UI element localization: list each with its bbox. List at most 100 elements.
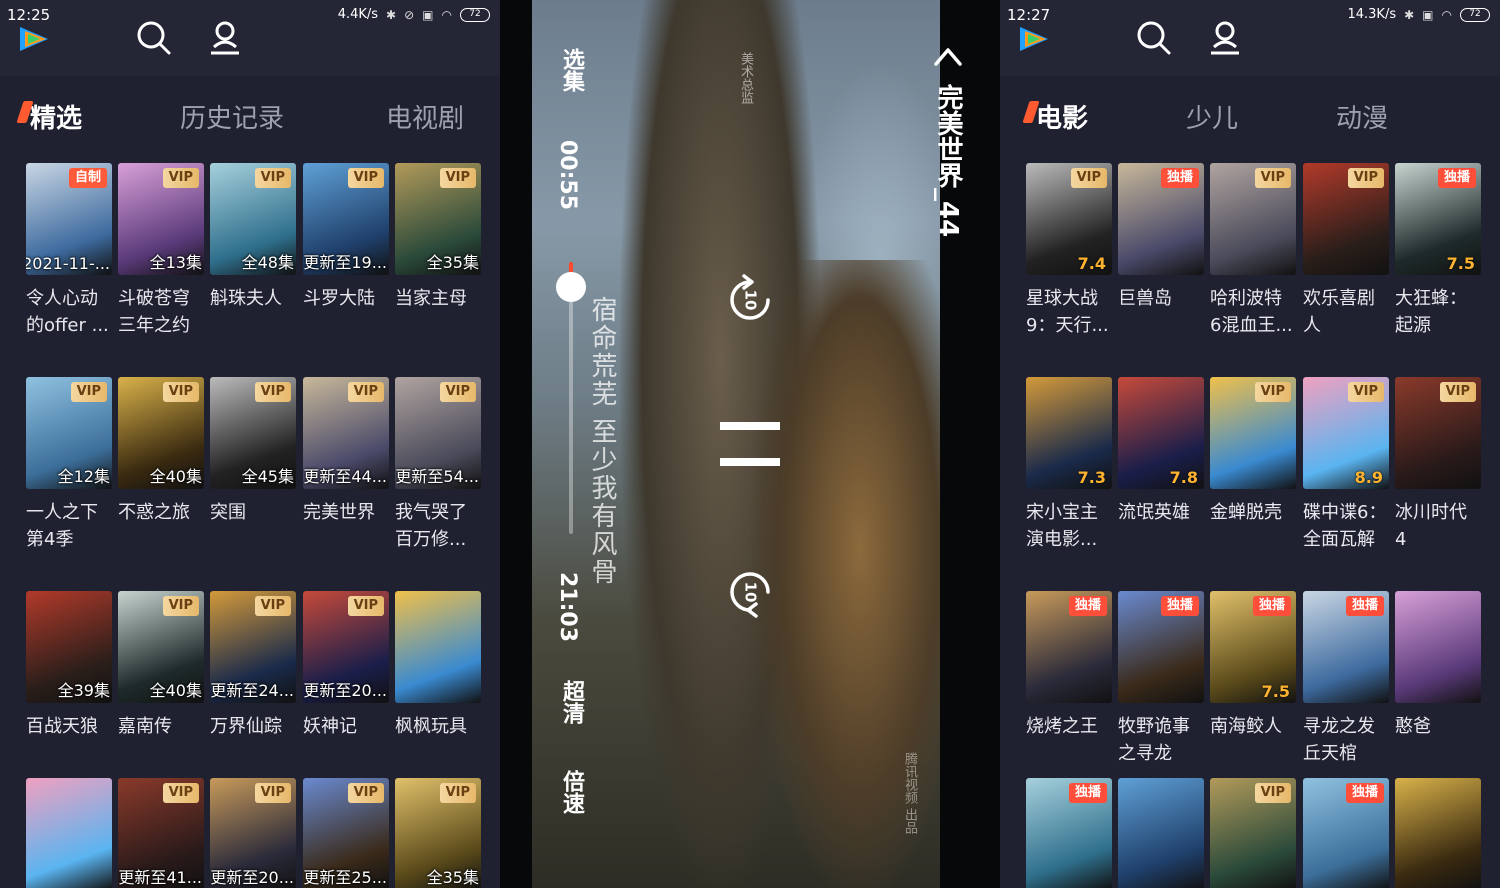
content-card[interactable]: 独播 牧野诡事 之寻龙 (1118, 591, 1204, 767)
content-card[interactable] (1118, 778, 1204, 888)
content-card[interactable]: VIP 更新至44... 完美世界 (303, 377, 389, 526)
content-title[interactable]: 百战天狼 (26, 713, 118, 740)
content-title[interactable]: 碟中谍6： 全面瓦解 (1303, 499, 1395, 553)
content-title[interactable]: 金蝉脱壳 (1210, 499, 1302, 526)
content-card[interactable]: 独播 寻龙之发 丘天棺 (1303, 591, 1389, 767)
content-card[interactable]: VIP 全35集 (395, 778, 481, 888)
content-card[interactable]: VIP 全45集 突围 (210, 377, 296, 526)
content-card[interactable]: VIP 更新至20... 妖神记 (303, 591, 389, 740)
tab-movies[interactable]: 电影 (1022, 98, 1088, 135)
search-icon[interactable] (135, 19, 173, 57)
progress-thumb[interactable] (556, 271, 586, 302)
content-card[interactable]: VIP 更新至41... (118, 778, 204, 888)
select-episode-button[interactable]: 选集 (555, 48, 587, 92)
content-title[interactable]: 斗破苍穹 三年之约 (118, 285, 210, 339)
poster-thumbnail[interactable]: 独播 (1118, 163, 1204, 275)
poster-thumbnail[interactable]: VIP 全45集 (210, 377, 296, 489)
poster-thumbnail[interactable] (395, 591, 481, 703)
content-card[interactable]: 7.8 流氓英雄 (1118, 377, 1204, 526)
content-card[interactable]: 全39集 百战天狼 (26, 591, 112, 740)
poster-thumbnail[interactable]: VIP 全40集 (118, 377, 204, 489)
poster-thumbnail[interactable]: VIP 全48集 (210, 163, 296, 275)
tab-anime[interactable]: 动漫 (1336, 98, 1388, 135)
poster-thumbnail[interactable]: 7.8 (1118, 377, 1204, 489)
poster-thumbnail[interactable]: 独播 (1026, 778, 1112, 888)
content-card[interactable]: VIP 8.9 碟中谍6： 全面瓦解 (1303, 377, 1389, 553)
poster-thumbnail[interactable] (1118, 778, 1204, 888)
content-title[interactable]: 妖神记 (303, 713, 395, 740)
poster-thumbnail[interactable]: VIP 全40集 (118, 591, 204, 703)
content-card[interactable] (1395, 778, 1481, 888)
poster-thumbnail[interactable]: 独播 (1118, 591, 1204, 703)
poster-thumbnail[interactable]: 独播 (1303, 591, 1389, 703)
content-title[interactable]: 斛珠夫人 (210, 285, 302, 312)
content-card[interactable]: VIP 全35集 当家主母 (395, 163, 481, 312)
content-title[interactable]: 不惑之旅 (118, 499, 210, 526)
content-title[interactable]: 欢乐喜剧 人 (1303, 285, 1395, 339)
poster-thumbnail[interactable]: VIP 更新至44... (303, 377, 389, 489)
tab-kids[interactable]: 少儿 (1186, 98, 1238, 135)
content-title[interactable]: 突围 (210, 499, 302, 526)
tab-featured[interactable]: 精选 (16, 98, 82, 135)
poster-thumbnail[interactable]: 全39集 (26, 591, 112, 703)
rewind-10-icon[interactable]: 10 (722, 272, 778, 328)
progress-bar[interactable] (569, 262, 573, 534)
poster-thumbnail[interactable]: VIP 7.4 (1026, 163, 1112, 275)
poster-thumbnail[interactable]: VIP 全35集 (395, 778, 481, 888)
poster-thumbnail[interactable]: VIP (1210, 377, 1296, 489)
back-icon[interactable] (932, 42, 964, 70)
content-title[interactable]: 大狂蜂： 起源 (1395, 285, 1487, 339)
content-card[interactable]: VIP 欢乐喜剧 人 (1303, 163, 1389, 339)
content-card[interactable]: VIP 全40集 嘉南传 (118, 591, 204, 740)
content-title[interactable]: 星球大战 9：天行... (1026, 285, 1118, 339)
poster-thumbnail[interactable]: 7.3 (1026, 377, 1112, 489)
poster-thumbnail[interactable]: 自制 2021-11-... (26, 163, 112, 275)
poster-thumbnail[interactable]: VIP (1210, 778, 1296, 888)
content-title[interactable]: 憨爸 (1395, 713, 1487, 740)
content-card[interactable]: 枫枫玩具 (395, 591, 481, 740)
content-title[interactable]: 宋小宝主 演电影... (1026, 499, 1118, 553)
content-card[interactable]: 独播 7.5 南海鲛人 (1210, 591, 1296, 740)
poster-thumbnail[interactable]: VIP 更新至24... (210, 591, 296, 703)
poster-thumbnail[interactable]: VIP 全12集 (26, 377, 112, 489)
content-card[interactable]: VIP 全12集 一人之下 第4季 (26, 377, 112, 553)
content-title[interactable]: 牧野诡事 之寻龙 (1118, 713, 1210, 767)
content-card[interactable]: 7.3 宋小宝主 演电影... (1026, 377, 1112, 553)
content-card[interactable]: 自制 2021-11-... 令人心动 的offer ... (26, 163, 112, 339)
poster-thumbnail[interactable]: VIP 全35集 (395, 163, 481, 275)
content-title[interactable]: 南海鲛人 (1210, 713, 1302, 740)
poster-thumbnail[interactable]: 独播 (1026, 591, 1112, 703)
content-card[interactable]: VIP (1210, 778, 1296, 888)
content-title[interactable]: 当家主母 (395, 285, 487, 312)
content-title[interactable]: 嘉南传 (118, 713, 210, 740)
poster-thumbnail[interactable]: 独播 7.5 (1210, 591, 1296, 703)
poster-thumbnail[interactable] (1395, 778, 1481, 888)
content-card[interactable]: VIP 更新至20... (210, 778, 296, 888)
quality-button[interactable]: 超清 (555, 680, 587, 724)
poster-thumbnail[interactable]: 独播 7.5 (1395, 163, 1481, 275)
content-card[interactable]: VIP 全40集 不惑之旅 (118, 377, 204, 526)
content-card[interactable]: VIP 哈利波特 6混血王... (1210, 163, 1296, 339)
poster-thumbnail[interactable]: VIP 更新至19... (303, 163, 389, 275)
content-title[interactable]: 完美世界 (303, 499, 395, 526)
content-title[interactable]: 烧烤之王 (1026, 713, 1118, 740)
poster-thumbnail[interactable] (1395, 591, 1481, 703)
poster-thumbnail[interactable]: VIP (1210, 163, 1296, 275)
poster-thumbnail[interactable]: 独播 (1303, 778, 1389, 888)
content-card[interactable]: 独播 7.5 大狂蜂： 起源 (1395, 163, 1481, 339)
user-icon[interactable] (1206, 19, 1244, 57)
content-card[interactable]: VIP 全13集 斗破苍穹 三年之约 (118, 163, 204, 339)
content-title[interactable]: 枫枫玩具 (395, 713, 487, 740)
content-card[interactable]: VIP 更新至54... 我气哭了 百万修... (395, 377, 481, 553)
content-title[interactable]: 万界仙踪 (210, 713, 302, 740)
poster-thumbnail[interactable]: VIP (1395, 377, 1481, 489)
poster-thumbnail[interactable]: VIP 8.9 (1303, 377, 1389, 489)
content-title[interactable]: 寻龙之发 丘天棺 (1303, 713, 1395, 767)
tab-tv-series[interactable]: 电视剧 (386, 98, 464, 135)
poster-thumbnail[interactable] (26, 778, 112, 888)
content-card[interactable]: VIP 冰川时代 4 (1395, 377, 1481, 553)
tab-history[interactable]: 历史记录 (180, 98, 284, 135)
content-title[interactable]: 巨兽岛 (1118, 285, 1210, 312)
poster-thumbnail[interactable]: VIP (1303, 163, 1389, 275)
content-title[interactable]: 冰川时代 4 (1395, 499, 1487, 553)
